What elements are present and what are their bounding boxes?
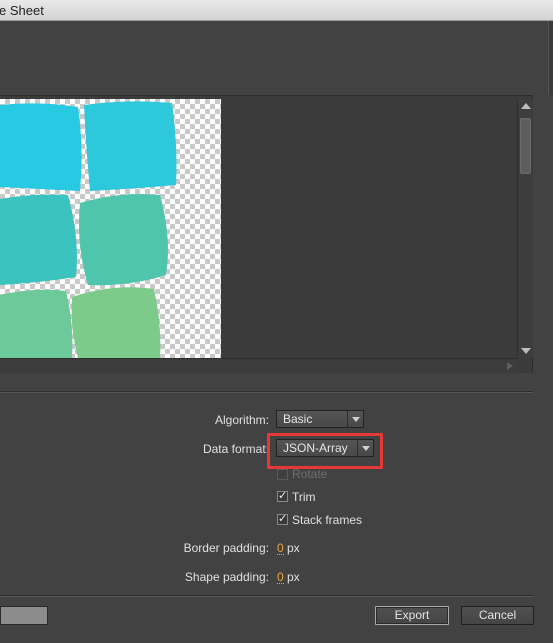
divider <box>0 596 533 597</box>
trim-checkbox[interactable]: ✓ <box>277 491 288 502</box>
rotate-checkbox <box>277 469 288 480</box>
progress-bar <box>0 606 48 625</box>
scroll-up-arrow-icon[interactable] <box>521 103 531 109</box>
scrollbar-thumb[interactable] <box>520 118 531 174</box>
sprite-frame <box>0 194 77 285</box>
window-titlebar: e Sheet <box>0 0 553 21</box>
sprite-frame <box>84 101 177 191</box>
highlight-box <box>267 433 383 469</box>
sprite-frame <box>0 289 73 358</box>
data-format-label: Data format: <box>202 442 269 456</box>
scroll-right-arrow-icon[interactable] <box>507 362 513 370</box>
shape-padding-unit: px <box>287 570 300 584</box>
rotate-label: Rotate <box>292 467 328 481</box>
border-padding-value[interactable]: 0 <box>277 542 284 555</box>
sprite-frame <box>0 103 82 191</box>
algorithm-value: Basic <box>283 412 313 426</box>
sprite-frames <box>0 101 177 358</box>
preview-horizontal-scrollbar[interactable] <box>0 358 517 373</box>
preview-vertical-scrollbar[interactable] <box>517 99 533 358</box>
sprite-frame <box>71 287 161 358</box>
shape-padding-label: Shape padding: <box>184 570 269 584</box>
sprite-sheet-preview <box>0 99 221 358</box>
export-button[interactable]: Export <box>375 606 449 625</box>
chevron-down-icon <box>347 411 363 427</box>
stack-frames-label: Stack frames <box>292 513 363 527</box>
divider <box>0 392 533 393</box>
shape-padding-value[interactable]: 0 <box>277 571 284 584</box>
scroll-down-arrow-icon[interactable] <box>521 348 531 354</box>
window-title: e Sheet <box>0 3 44 18</box>
border-padding-unit: px <box>287 541 300 555</box>
trim-label: Trim <box>292 490 316 504</box>
cancel-button[interactable]: Cancel <box>461 606 534 625</box>
checkmark-icon: ✓ <box>278 513 288 525</box>
right-edge-panel <box>548 21 553 95</box>
checkmark-icon: ✓ <box>278 490 288 502</box>
stack-frames-checkbox[interactable]: ✓ <box>277 514 288 525</box>
algorithm-dropdown[interactable]: Basic <box>276 410 364 428</box>
sprite-frame <box>79 194 168 286</box>
border-padding-label: Border padding: <box>183 541 269 555</box>
algorithm-label: Algorithm: <box>214 413 269 427</box>
